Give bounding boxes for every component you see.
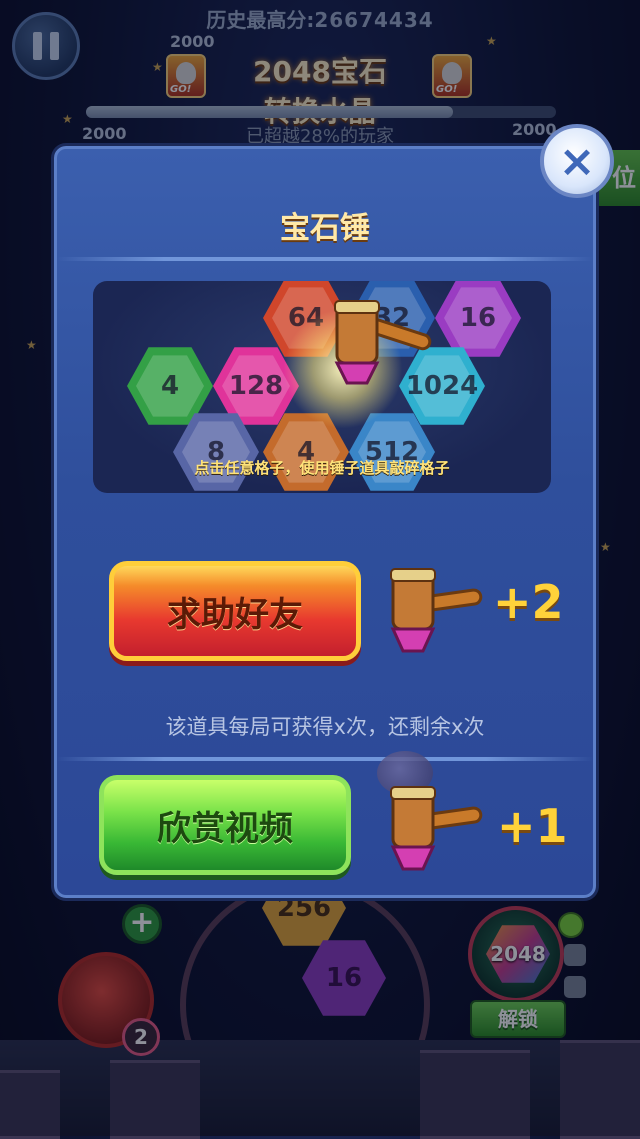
divider [57, 757, 593, 761]
watch-video-button[interactable]: 欣赏视频 [99, 775, 351, 875]
hammer-preview: 64 32 16 4 128 1024 8 4 512 点击任意格子，使用锤子道具敲碎格子 [93, 281, 551, 493]
hammer-icon [334, 300, 432, 385]
close-icon: × [558, 135, 596, 187]
ask-friend-label: 求助好友 [167, 594, 303, 635]
ask-friend-button[interactable]: 求助好友 [109, 561, 361, 661]
preview-tile-label: 128 [228, 371, 284, 401]
divider [57, 257, 593, 261]
video-reward: +1 [497, 799, 568, 853]
usage-info: 该道具每局可获得x次，还剩余x次 [165, 715, 485, 739]
help-reward: +2 [493, 575, 564, 629]
hammer-icon [390, 568, 483, 653]
dialog-title: 宝石锤 [280, 211, 370, 246]
preview-tile-label: 16 [459, 303, 497, 333]
gem-hammer-dialog: 宝石锤 64 32 16 4 128 1024 8 4 512 点击任意格子，使用锤子道具敲碎格… [54, 146, 596, 898]
close-button[interactable]: × [540, 124, 614, 198]
preview-caption: 点击任意格子，使用锤子道具敲碎格子 [194, 459, 450, 477]
hammer-icon [390, 786, 483, 871]
watch-video-label: 欣赏视频 [157, 808, 293, 849]
preview-tile-label: 4 [160, 371, 180, 401]
